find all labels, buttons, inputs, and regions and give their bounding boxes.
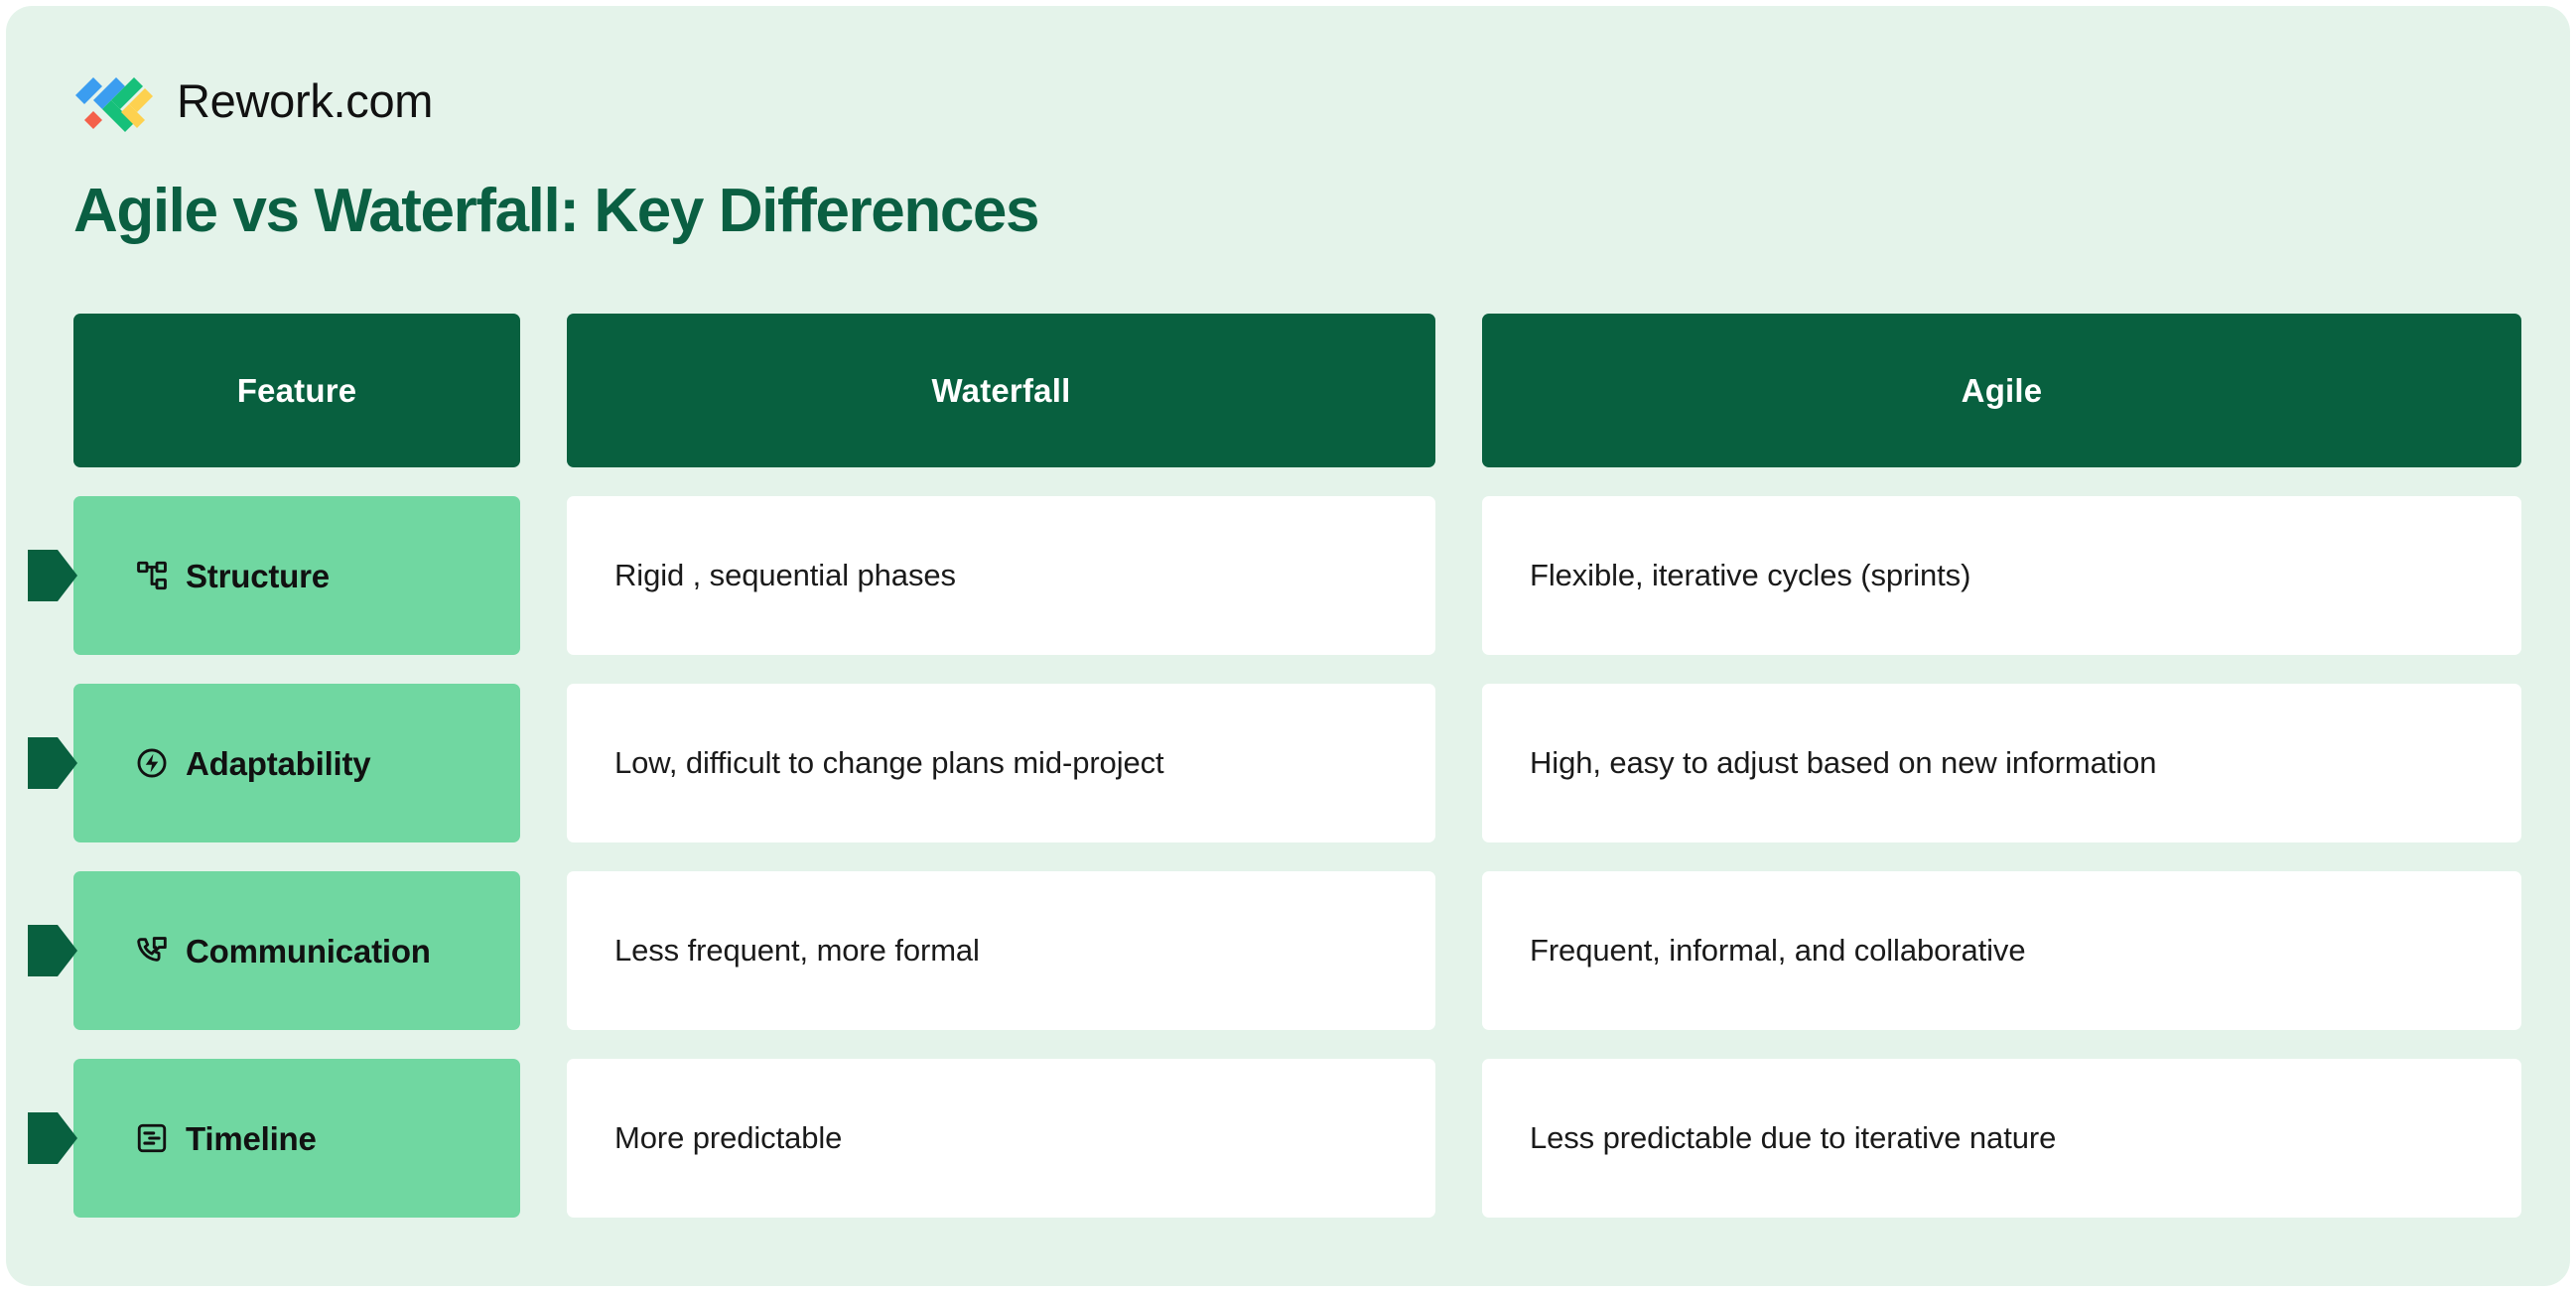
screenshot-canvas: Rework.com Agile vs Waterfall: Key Diffe…: [0, 0, 2576, 1292]
document-lines-icon: [137, 1123, 167, 1153]
agile-value: Flexible, iterative cycles (sprints): [1530, 557, 1971, 592]
feature-label: Communication: [186, 932, 431, 969]
table-row: Adaptability Low, difficult to change pl…: [28, 684, 2521, 842]
agile-cell: Frequent, informal, and collaborative: [1482, 871, 2521, 1030]
feature-label: Adaptability: [186, 744, 371, 782]
table-row: Communication Less frequent, more formal…: [28, 871, 2521, 1030]
waterfall-value: Rigid , sequential phases: [614, 557, 956, 592]
agile-cell: Flexible, iterative cycles (sprints): [1482, 496, 2521, 655]
agile-value: High, easy to adjust based on new inform…: [1530, 744, 2157, 780]
table-row: Timeline More predictable Less predictab…: [28, 1059, 2521, 1218]
row-marker-arrow-icon: [28, 550, 77, 601]
column-header-agile: Agile: [1482, 314, 2521, 467]
table-header-row: Feature Waterfall Agile: [73, 314, 2521, 467]
waterfall-value: Low, difficult to change plans mid-proje…: [614, 744, 1164, 780]
table-row: Structure Rigid , sequential phases Flex…: [28, 496, 2521, 655]
column-header-feature-label: Feature: [236, 371, 357, 409]
agile-value: Less predictable due to iterative nature: [1530, 1119, 2057, 1155]
column-header-agile-label: Agile: [1961, 371, 2043, 409]
brand-name: Rework.com: [177, 73, 434, 127]
feature-label: Timeline: [186, 1119, 317, 1157]
zap-circle-icon: [137, 748, 167, 778]
sitemap-icon: [137, 561, 167, 590]
row-marker-arrow-icon: [28, 737, 77, 789]
rework-chevrons-logo: [73, 67, 155, 133]
waterfall-cell: Low, difficult to change plans mid-proje…: [567, 684, 1435, 842]
agile-cell: Less predictable due to iterative nature: [1482, 1059, 2521, 1218]
feature-cell: Timeline: [28, 1059, 520, 1218]
column-header-waterfall-label: Waterfall: [931, 371, 1071, 409]
waterfall-cell: More predictable: [567, 1059, 1435, 1218]
row-marker-arrow-icon: [28, 1112, 77, 1164]
feature-cell: Adaptability: [28, 684, 520, 842]
comparison-table: Feature Waterfall Agile Structure Rigid …: [28, 314, 2521, 1218]
waterfall-cell: Less frequent, more formal: [567, 871, 1435, 1030]
feature-cell: Communication: [28, 871, 520, 1030]
brand-lockup: Rework.com: [73, 67, 433, 133]
page-title: Agile vs Waterfall: Key Differences: [73, 177, 1039, 245]
row-marker-arrow-icon: [28, 925, 77, 976]
waterfall-value: More predictable: [614, 1119, 843, 1155]
waterfall-value: Less frequent, more formal: [614, 932, 980, 968]
column-header-waterfall: Waterfall: [567, 314, 1435, 467]
infographic-card: Rework.com Agile vs Waterfall: Key Diffe…: [6, 6, 2570, 1286]
agile-value: Frequent, informal, and collaborative: [1530, 932, 2026, 968]
feature-cell: Structure: [28, 496, 520, 655]
phone-call-icon: [137, 937, 167, 962]
agile-cell: High, easy to adjust based on new inform…: [1482, 684, 2521, 842]
column-header-feature: Feature: [73, 314, 520, 467]
waterfall-cell: Rigid , sequential phases: [567, 496, 1435, 655]
feature-label: Structure: [186, 557, 330, 594]
